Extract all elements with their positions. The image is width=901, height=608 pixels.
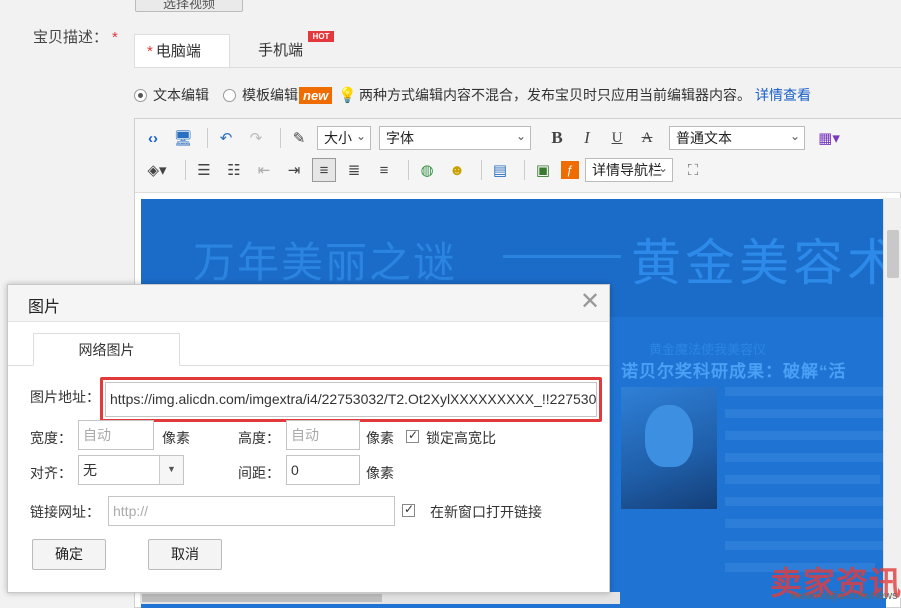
- font-family-select[interactable]: 字体: [379, 125, 531, 150]
- banner-dash: [503, 255, 621, 258]
- toolbar-row-1: ‹› 🖥 ↶ ↷ ✎ 大小 字体 B I U A 普通文本 ▦▾: [141, 125, 851, 151]
- width-label: 宽度：: [30, 430, 72, 446]
- link-url-input[interactable]: http://: [108, 496, 395, 526]
- italic-button[interactable]: I: [575, 126, 599, 150]
- color-grid-icon[interactable]: ▦▾: [813, 126, 845, 150]
- dialog-title: 图片: [28, 299, 61, 316]
- content-subtitle: 黄金魔法使我美容仪: [649, 342, 767, 357]
- lock-ratio-label: 锁定高宽比: [426, 430, 496, 446]
- align-label: 对齐：: [30, 465, 72, 481]
- align-select[interactable]: 无 ▼: [78, 455, 184, 485]
- cancel-button[interactable]: 取消: [148, 539, 222, 570]
- hot-badge: HOT: [308, 31, 334, 42]
- horizontal-scrollbar[interactable]: [140, 592, 620, 604]
- text-edit-label[interactable]: 文本编辑: [153, 85, 209, 105]
- toolbar-separator: [207, 128, 208, 148]
- image-url-label: 图片地址：: [30, 389, 100, 405]
- horizontal-scrollbar-thumb[interactable]: [142, 594, 382, 602]
- tab-network-image[interactable]: 网络图片: [33, 333, 180, 366]
- strikethrough-button[interactable]: A: [635, 126, 659, 150]
- unordered-list-icon[interactable]: ☰: [192, 158, 216, 182]
- new-badge: new: [299, 86, 333, 104]
- details-link[interactable]: 详情查看: [755, 85, 811, 105]
- new-window-label: 在新窗口打开链接: [430, 504, 542, 520]
- underline-button[interactable]: U: [605, 126, 629, 150]
- portrait-image: [621, 387, 717, 509]
- width-unit: 像素: [162, 430, 190, 446]
- fullscreen-icon[interactable]: ⛶: [681, 158, 705, 182]
- content-heading: 诺贝尔奖科研成果：破解“活: [621, 362, 847, 381]
- description-label: 宝贝描述： *: [33, 26, 118, 47]
- select-video-button[interactable]: 选择视频: [135, 0, 243, 12]
- width-input[interactable]: 自动: [78, 420, 154, 450]
- confirm-button[interactable]: 确定: [32, 539, 106, 570]
- tab-pc-marker: *: [147, 43, 153, 60]
- preview-icon[interactable]: 🖥: [171, 126, 195, 150]
- edit-mode-hint: 两种方式编辑内容不混合，发布宝贝时只应用当前编辑器内容。: [358, 87, 751, 103]
- insert-table-icon[interactable]: ▤: [488, 158, 512, 182]
- edit-mode-row: 文本编辑 模板编辑 new 💡 两种方式编辑内容不混合，发布宝贝时只应用当前编辑…: [134, 84, 811, 106]
- align-center-icon[interactable]: ≣: [342, 158, 366, 182]
- align-select-value: 无: [83, 462, 97, 478]
- insert-image-icon[interactable]: ▣: [531, 158, 555, 182]
- toolbar-separator: [408, 160, 409, 180]
- tab-pc-label: 电脑端: [155, 43, 201, 60]
- required-star: *: [112, 29, 118, 46]
- toolbar-row-2: ◈▾ ☰ ☷ ⇤ ⇥ ≡ ≣ ≡ ◍ ☻ ▤ ▣ ƒ 详情导航栏 ⛶: [141, 157, 711, 183]
- tab-pc[interactable]: * 电脑端: [134, 34, 230, 67]
- ordered-list-icon[interactable]: ☷: [222, 158, 246, 182]
- spacing-input[interactable]: 0: [286, 455, 360, 485]
- new-window-checkbox[interactable]: [402, 502, 415, 517]
- image-url-input[interactable]: https://img.alicdn.com/imgextra/i4/22753…: [105, 382, 597, 417]
- redo-icon[interactable]: ↷: [244, 126, 268, 150]
- align-left-icon[interactable]: ≡: [312, 158, 336, 182]
- clear-format-icon[interactable]: ✎: [287, 126, 311, 150]
- toolbar-separator: [481, 160, 482, 180]
- toolbar-separator: [280, 128, 281, 148]
- source-code-icon[interactable]: ‹›: [141, 126, 165, 150]
- outdent-icon[interactable]: ⇤: [252, 158, 276, 182]
- insert-flash-icon[interactable]: ƒ: [561, 161, 579, 179]
- link-url-label: 链接网址：: [30, 504, 100, 520]
- editor-toolbar: ‹› 🖥 ↶ ↷ ✎ 大小 字体 B I U A 普通文本 ▦▾ ◈▾ ☰: [135, 119, 901, 193]
- chevron-down-icon: ▼: [159, 456, 183, 484]
- vertical-scrollbar-thumb[interactable]: [887, 230, 899, 278]
- close-icon[interactable]: ✕: [580, 289, 600, 315]
- text-edit-radio[interactable]: [134, 88, 147, 102]
- emoticon-icon[interactable]: ☻: [445, 158, 469, 182]
- indent-icon[interactable]: ⇥: [282, 158, 306, 182]
- detail-nav-select[interactable]: 详情导航栏: [585, 158, 673, 182]
- template-edit-label[interactable]: 模板编辑: [242, 85, 298, 105]
- insert-link-icon[interactable]: ◍: [415, 158, 439, 182]
- watermark-url: www.maijia.com/news: [790, 590, 898, 602]
- align-right-icon[interactable]: ≡: [372, 158, 396, 182]
- height-unit: 像素: [366, 430, 394, 446]
- paragraph-text: [725, 387, 886, 585]
- lock-ratio-checkbox[interactable]: [406, 428, 419, 443]
- dialog-header: 图片 ✕: [8, 285, 609, 322]
- image-dialog: 图片 ✕ 网络图片 图片地址： https://img.alicdn.com/i…: [7, 284, 610, 593]
- description-label-text: 宝贝描述：: [33, 29, 109, 46]
- banner-title: 万年美丽之谜: [193, 239, 458, 286]
- block-format-select[interactable]: 普通文本: [669, 125, 805, 150]
- vertical-scrollbar[interactable]: [883, 198, 901, 598]
- height-label: 高度：: [238, 430, 280, 446]
- height-input[interactable]: 自动: [286, 420, 360, 450]
- tab-mobile-label: 手机端: [258, 42, 304, 59]
- spacing-label: 间距：: [238, 465, 280, 481]
- font-size-select[interactable]: 大小: [317, 125, 371, 150]
- undo-icon[interactable]: ↶: [214, 126, 238, 150]
- page: 选择视频 宝贝描述： * * 电脑端 手机端 HOT 文本编辑 模板编辑 new 💡…: [0, 0, 901, 608]
- tab-divider: [134, 67, 901, 68]
- banner-title-2: 黄金美容术: [631, 235, 886, 291]
- toolbar-separator: [524, 160, 525, 180]
- spacing-unit: 像素: [366, 465, 394, 481]
- bold-button[interactable]: B: [545, 126, 569, 150]
- fill-color-icon[interactable]: ◈▾: [141, 158, 173, 182]
- toolbar-separator: [185, 160, 186, 180]
- template-edit-radio[interactable]: [223, 88, 236, 102]
- lightbulb-icon: 💡: [338, 87, 357, 104]
